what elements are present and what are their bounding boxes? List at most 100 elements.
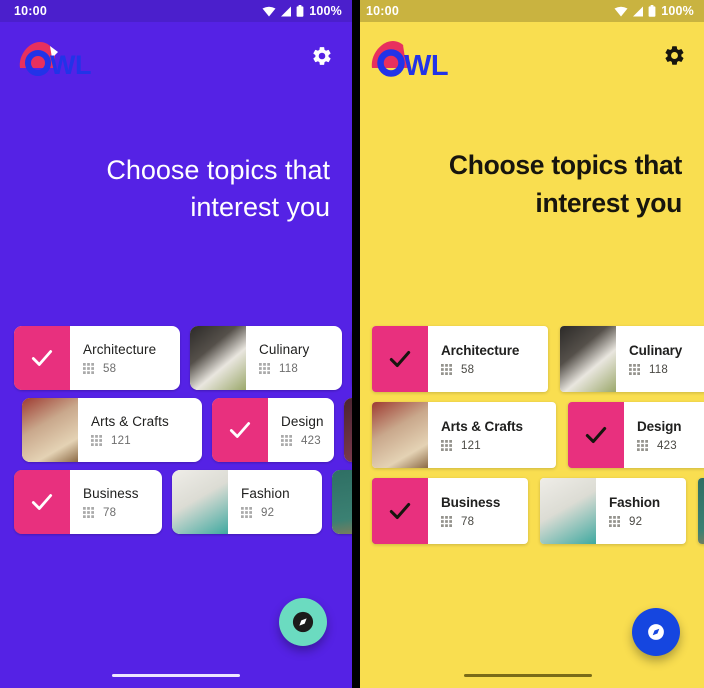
topic-count: 78 — [461, 515, 475, 528]
explore-fab-button[interactable] — [279, 598, 327, 646]
topic-thumbnail — [190, 326, 246, 390]
app-bar: WL — [352, 22, 704, 94]
topic-row: Arts & Crafts 121 Design 423 — [372, 402, 704, 468]
topic-card-arts-crafts[interactable]: Arts & Crafts 121 — [372, 402, 556, 468]
topic-count: 78 — [103, 506, 117, 519]
owl-logo[interactable]: WL — [14, 35, 124, 81]
grid-count-icon — [637, 440, 648, 451]
topic-card-body: Design 423 — [268, 398, 334, 462]
topic-name: Fashion — [609, 494, 661, 510]
settings-button[interactable] — [662, 46, 686, 70]
topic-count: 423 — [657, 439, 677, 452]
topic-card-fashion[interactable]: Fashion 92 — [172, 470, 322, 534]
app-bar: WL — [0, 22, 352, 94]
status-bar: 10:00 100% — [0, 0, 352, 22]
svg-text:WL: WL — [50, 50, 91, 80]
check-icon — [229, 422, 251, 438]
page-title: Choose topics that interest you — [0, 152, 352, 226]
owl-logo[interactable]: WL — [366, 35, 476, 81]
topic-card-body: Fashion 92 — [596, 478, 686, 544]
topic-name: Design — [637, 418, 682, 434]
topic-grid: Architecture 58 Culinary 118 Arts & Craf… — [352, 326, 704, 554]
grid-count-icon — [83, 363, 94, 374]
topic-count: 92 — [261, 506, 275, 519]
topic-thumbnail — [540, 478, 596, 544]
phone-divider — [352, 0, 360, 688]
home-indicator[interactable] — [112, 673, 240, 677]
topic-card-peek[interactable] — [332, 470, 352, 534]
selected-overlay — [14, 470, 70, 534]
topic-card-architecture[interactable]: Architecture 58 — [14, 326, 180, 390]
selected-overlay — [372, 326, 428, 392]
topic-card-body: Business 78 — [428, 478, 528, 544]
dual-phone-comparison: 10:00 100% WL Choose topics that interes… — [0, 0, 704, 688]
status-bar-indicators: 100% — [262, 4, 342, 18]
grid-count-icon — [259, 363, 270, 374]
topic-card-body: Architecture 58 — [70, 326, 180, 390]
topic-card-body: Design 423 — [624, 402, 704, 468]
design-peek-thumb — [344, 398, 352, 462]
topic-card-arts-crafts[interactable]: Arts & Crafts 121 — [22, 398, 202, 462]
status-bar-time: 10:00 — [366, 4, 399, 18]
topic-card-architecture[interactable]: Architecture 58 — [372, 326, 548, 392]
explore-fab-button[interactable] — [632, 608, 680, 656]
chalkboard-peek-thumb — [698, 478, 704, 544]
grid-count-icon — [609, 516, 620, 527]
grid-count-icon — [91, 435, 102, 446]
gear-icon — [663, 44, 686, 72]
topic-card-peek[interactable] — [698, 478, 704, 544]
topic-thumbnail — [560, 326, 616, 392]
topic-thumbnail — [22, 398, 78, 462]
topic-thumbnail — [568, 402, 624, 468]
topic-meta: 423 — [637, 440, 694, 452]
topic-card-fashion[interactable]: Fashion 92 — [540, 478, 686, 544]
topic-card-peek[interactable] — [344, 398, 352, 462]
topic-card-culinary[interactable]: Culinary 118 — [190, 326, 342, 390]
topic-meta: 78 — [83, 507, 148, 519]
topic-card-business[interactable]: Business 78 — [14, 470, 162, 534]
topic-meta: 92 — [609, 516, 672, 528]
check-icon — [389, 350, 411, 368]
settings-button[interactable] — [310, 46, 334, 70]
svg-text:WL: WL — [404, 50, 448, 81]
battery-percentage: 100% — [309, 4, 342, 18]
topic-meta: 118 — [629, 364, 694, 376]
topic-card-business[interactable]: Business 78 — [372, 478, 528, 544]
status-bar-indicators: 100% — [614, 4, 694, 18]
topic-meta: 423 — [281, 435, 321, 447]
compass-icon — [645, 621, 667, 643]
grid-count-icon — [441, 364, 452, 375]
topic-name: Business — [83, 485, 139, 501]
topic-meta: 121 — [91, 435, 188, 447]
culinary-chopping-thumb — [560, 326, 616, 392]
topic-card-culinary[interactable]: Culinary 118 — [560, 326, 704, 392]
status-bar-time: 10:00 — [14, 4, 47, 18]
topic-card-design[interactable]: Design 423 — [212, 398, 334, 462]
selected-overlay — [14, 326, 70, 390]
phone-yellow-theme: 10:00 100% WL Choose topics that interes… — [352, 0, 704, 688]
topic-card-design[interactable]: Design 423 — [568, 402, 704, 468]
topic-count: 121 — [461, 439, 481, 452]
topic-card-body: Arts & Crafts 121 — [428, 402, 556, 468]
cellular-signal-icon — [632, 6, 644, 17]
home-indicator[interactable] — [464, 673, 592, 677]
check-icon — [389, 502, 411, 520]
topic-thumbnail — [172, 470, 228, 534]
topic-count: 121 — [111, 434, 131, 447]
topic-count: 58 — [103, 362, 117, 375]
topic-card-body: Arts & Crafts 121 — [78, 398, 202, 462]
check-icon — [585, 426, 607, 444]
phone-purple-theme: 10:00 100% WL Choose topics that interes… — [0, 0, 352, 688]
pottery-hands-thumb — [372, 402, 428, 468]
wifi-icon — [614, 6, 628, 17]
topic-count: 118 — [279, 362, 298, 375]
culinary-chopping-thumb — [190, 326, 246, 390]
gear-icon — [311, 45, 333, 72]
page-title-line-1: Choose topics that — [106, 155, 330, 185]
topic-thumbnail — [372, 402, 428, 468]
topic-meta: 92 — [241, 507, 308, 519]
compass-icon — [292, 611, 314, 633]
grid-count-icon — [441, 440, 452, 451]
grid-count-icon — [83, 507, 94, 518]
topic-card-body: Architecture 58 — [428, 326, 548, 392]
